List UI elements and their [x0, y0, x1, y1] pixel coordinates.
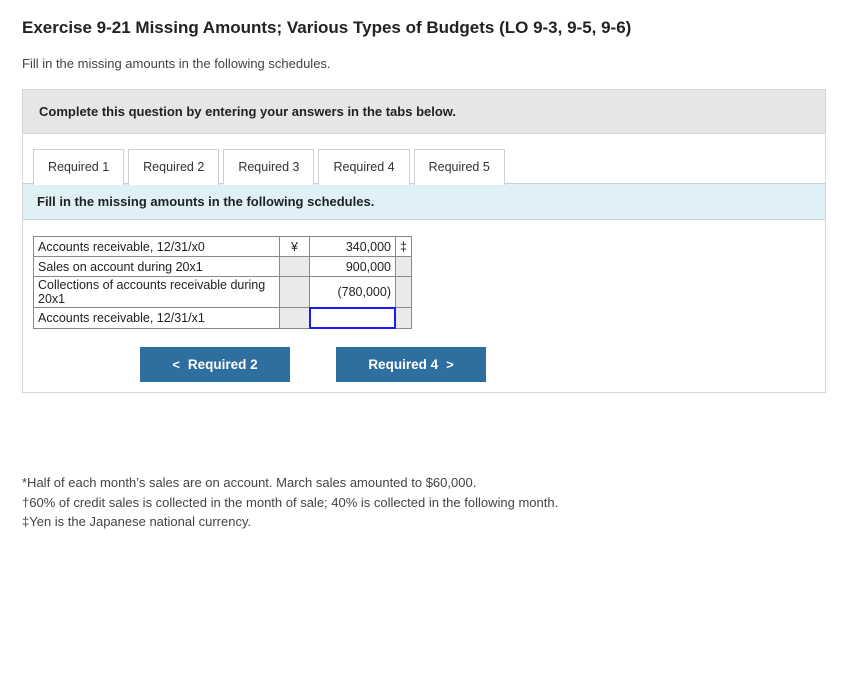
tab-required-2[interactable]: Required 2 [128, 149, 219, 185]
value-cell: 900,000 [310, 257, 396, 277]
tab-required-1[interactable]: Required 1 [33, 149, 124, 185]
intro-text: Fill in the missing amounts in the follo… [22, 56, 826, 71]
nav-buttons: < Required 2 Required 4 > [33, 329, 593, 392]
answer-input-cell[interactable] [310, 308, 396, 329]
table-row: Sales on account during 20x1 900,000 [34, 257, 412, 277]
prev-button-label: Required 2 [188, 357, 258, 372]
currency-cell [280, 277, 310, 308]
table-row: Accounts receivable, 12/31/x0 ¥ 340,000 … [34, 237, 412, 257]
footnote-a: *Half of each month’s sales are on accou… [22, 473, 826, 493]
value-cell: (780,000) [310, 277, 396, 308]
sheet-area: Accounts receivable, 12/31/x0 ¥ 340,000 … [23, 220, 825, 392]
row-label: Collections of accounts receivable durin… [34, 277, 280, 308]
page-title: Exercise 9-21 Missing Amounts; Various T… [22, 18, 826, 38]
instruction-bar: Complete this question by entering your … [23, 90, 825, 134]
symbol-cell: ‡ [396, 237, 412, 257]
tabs-row: Required 1 Required 2 Required 3 Require… [23, 134, 825, 184]
tab-required-4[interactable]: Required 4 [318, 149, 409, 185]
tab-required-5[interactable]: Required 5 [414, 149, 505, 185]
tab-required-3[interactable]: Required 3 [223, 149, 314, 185]
next-button-label: Required 4 [368, 357, 438, 372]
currency-cell [280, 257, 310, 277]
currency-cell: ¥ [280, 237, 310, 257]
chevron-left-icon: < [172, 357, 180, 372]
answer-input[interactable] [310, 308, 395, 328]
table-row: Accounts receivable, 12/31/x1 [34, 308, 412, 329]
row-label: Accounts receivable, 12/31/x1 [34, 308, 280, 329]
table-row: Collections of accounts receivable durin… [34, 277, 412, 308]
footnote-b: †60% of credit sales is collected in the… [22, 493, 826, 513]
chevron-right-icon: > [446, 357, 454, 372]
next-button[interactable]: Required 4 > [336, 347, 486, 382]
value-cell: 340,000 [310, 237, 396, 257]
schedule-table: Accounts receivable, 12/31/x0 ¥ 340,000 … [33, 236, 412, 329]
footnotes: *Half of each month’s sales are on accou… [22, 473, 826, 532]
question-panel: Complete this question by entering your … [22, 89, 826, 393]
currency-cell [280, 308, 310, 329]
symbol-cell [396, 277, 412, 308]
prev-button[interactable]: < Required 2 [140, 347, 290, 382]
symbol-cell [396, 308, 412, 329]
footnote-c: ‡Yen is the Japanese national currency. [22, 512, 826, 532]
row-label: Accounts receivable, 12/31/x0 [34, 237, 280, 257]
row-label: Sales on account during 20x1 [34, 257, 280, 277]
symbol-cell [396, 257, 412, 277]
sub-instruction: Fill in the missing amounts in the follo… [23, 183, 825, 220]
